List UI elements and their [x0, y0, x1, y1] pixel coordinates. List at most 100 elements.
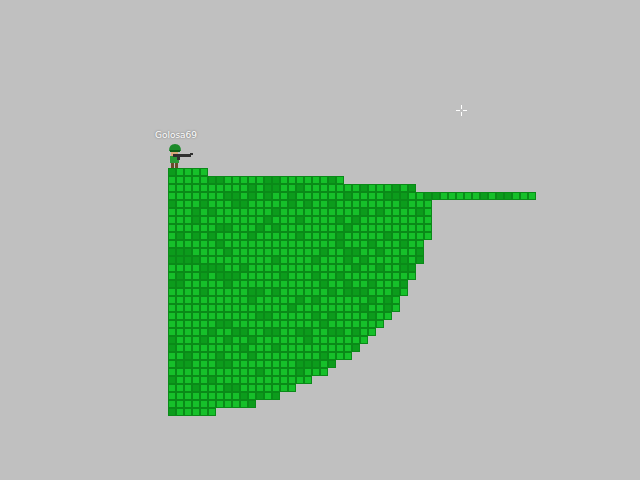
terrain-tile [361, 289, 368, 296]
terrain-tile [385, 193, 392, 200]
terrain-tile [273, 321, 280, 328]
terrain-tile [201, 169, 208, 176]
terrain-tile [193, 169, 200, 176]
terrain-tile [321, 209, 328, 216]
terrain-tile [249, 177, 256, 184]
terrain-tile [361, 265, 368, 272]
terrain-tile [289, 217, 296, 224]
terrain-tile [273, 273, 280, 280]
terrain-tile [169, 313, 176, 320]
terrain-tile [361, 273, 368, 280]
terrain-tile [337, 305, 344, 312]
terrain-tile [361, 233, 368, 240]
terrain-tile [361, 337, 368, 344]
terrain-tile [409, 201, 416, 208]
terrain-tile [169, 249, 176, 256]
terrain-tile [369, 185, 376, 192]
terrain-tile [369, 193, 376, 200]
terrain-tile [209, 369, 216, 376]
terrain-tile [249, 345, 256, 352]
soldier-icon[interactable] [166, 142, 196, 170]
terrain-tile [425, 201, 432, 208]
terrain-tile [233, 337, 240, 344]
terrain-tile [345, 337, 352, 344]
terrain-tile [257, 233, 264, 240]
terrain-tile [201, 313, 208, 320]
terrain-tile [425, 225, 432, 232]
terrain-tile [257, 257, 264, 264]
terrain-tile [297, 249, 304, 256]
terrain-tile [313, 225, 320, 232]
terrain-tile [361, 209, 368, 216]
terrain-tile [289, 377, 296, 384]
terrain-tile [185, 169, 192, 176]
terrain-tile [225, 177, 232, 184]
terrain-tile [185, 305, 192, 312]
terrain-tile [353, 233, 360, 240]
terrain-tile [233, 377, 240, 384]
terrain-tile [169, 289, 176, 296]
terrain-tile [257, 313, 264, 320]
terrain-tile [361, 241, 368, 248]
terrain-tile [265, 193, 272, 200]
terrain-tile [177, 193, 184, 200]
terrain-tile [193, 273, 200, 280]
terrain-tile [313, 209, 320, 216]
terrain-tile [345, 249, 352, 256]
terrain-tile [281, 361, 288, 368]
terrain-tile [329, 201, 336, 208]
terrain-tile [177, 329, 184, 336]
terrain-tile [265, 185, 272, 192]
terrain-tile [193, 409, 200, 416]
terrain-tile [257, 193, 264, 200]
terrain-tile [289, 289, 296, 296]
terrain-tile [201, 329, 208, 336]
terrain-tile [313, 177, 320, 184]
terrain-tile [249, 273, 256, 280]
terrain-tile [169, 217, 176, 224]
terrain-tile [369, 265, 376, 272]
terrain-tile [305, 281, 312, 288]
terrain-tile [257, 201, 264, 208]
terrain-tile [273, 353, 280, 360]
terrain-tile [209, 233, 216, 240]
terrain-tile [305, 273, 312, 280]
terrain-tile [177, 377, 184, 384]
terrain-tile [305, 185, 312, 192]
terrain-tile [241, 265, 248, 272]
terrain-tile [345, 233, 352, 240]
terrain-tile [169, 385, 176, 392]
terrain-tile [329, 265, 336, 272]
terrain-tile [369, 273, 376, 280]
terrain-tile [377, 233, 384, 240]
terrain-tile [337, 193, 344, 200]
terrain-tile [273, 337, 280, 344]
terrain-tile [329, 217, 336, 224]
terrain-tile [217, 209, 224, 216]
terrain-tile [201, 297, 208, 304]
terrain-tile [249, 337, 256, 344]
terrain-tile [297, 297, 304, 304]
terrain-tile [169, 329, 176, 336]
terrain-tile [361, 297, 368, 304]
terrain-tile [177, 281, 184, 288]
terrain-tile [289, 297, 296, 304]
terrain-tile [377, 241, 384, 248]
terrain-tile [233, 265, 240, 272]
terrain-tile [185, 377, 192, 384]
terrain-tile [385, 313, 392, 320]
terrain-tile [281, 385, 288, 392]
terrain-tile [257, 289, 264, 296]
terrain-tile [305, 217, 312, 224]
terrain-tile [369, 209, 376, 216]
terrain-tile [201, 225, 208, 232]
terrain-tile [449, 193, 456, 200]
terrain-tile [249, 377, 256, 384]
terrain-tile [257, 281, 264, 288]
terrain-tile [241, 257, 248, 264]
terrain-tile [249, 217, 256, 224]
terrain-tile [217, 217, 224, 224]
game-view[interactable]: Golosa69 [0, 0, 640, 480]
terrain-tile [225, 353, 232, 360]
terrain-tile [193, 321, 200, 328]
